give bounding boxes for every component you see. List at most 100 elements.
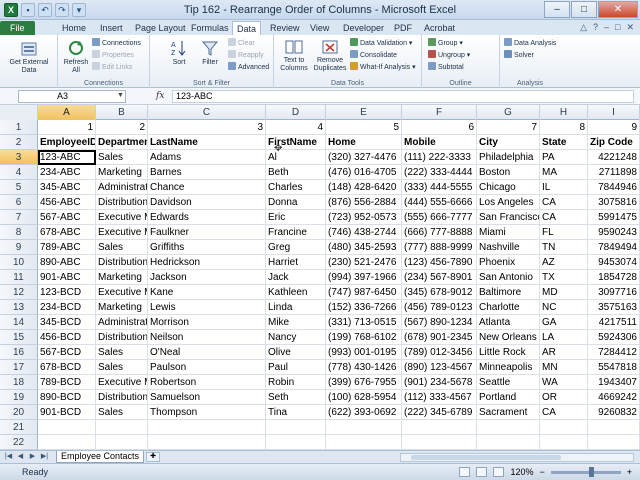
row-header[interactable]: 11 bbox=[0, 270, 38, 285]
data-analysis-button[interactable]: Data Analysis bbox=[504, 38, 556, 48]
cell-c16[interactable]: O'Neal bbox=[148, 345, 266, 360]
cell-c22[interactable] bbox=[148, 435, 266, 450]
cell-b5[interactable]: Administrati bbox=[96, 180, 148, 195]
group-button[interactable]: Group ▾ bbox=[428, 38, 463, 48]
cell-c3[interactable]: Adams bbox=[148, 150, 266, 165]
cell-d7[interactable]: Eric bbox=[266, 210, 326, 225]
zoom-slider-knob[interactable] bbox=[588, 466, 594, 477]
cell-e8[interactable]: (746) 438-2744 bbox=[326, 225, 402, 240]
cell-d10[interactable]: Harriet bbox=[266, 255, 326, 270]
cell-h6[interactable]: CA bbox=[540, 195, 588, 210]
zoom-slider[interactable] bbox=[550, 466, 621, 477]
cell-i19[interactable]: 4669242 bbox=[588, 390, 640, 405]
cell-g22[interactable] bbox=[477, 435, 540, 450]
cell-f22[interactable] bbox=[402, 435, 477, 450]
cell-a22[interactable] bbox=[38, 435, 96, 450]
row-header[interactable]: 3 bbox=[0, 150, 38, 165]
cell-e1[interactable]: 5 bbox=[326, 120, 402, 135]
cell-i7[interactable]: 5991475 bbox=[588, 210, 640, 225]
text-to-columns-button[interactable]: Text to Columns bbox=[278, 39, 310, 73]
row-header[interactable]: 8 bbox=[0, 225, 38, 240]
cell-e15[interactable]: (199) 768-6102 bbox=[326, 330, 402, 345]
horizontal-scrollbar[interactable] bbox=[400, 453, 634, 462]
cell-g8[interactable]: Miami bbox=[477, 225, 540, 240]
cell-i5[interactable]: 7844946 bbox=[588, 180, 640, 195]
cell-d11[interactable]: Jack bbox=[266, 270, 326, 285]
column-header-h[interactable]: H bbox=[540, 105, 588, 120]
cell-h5[interactable]: IL bbox=[540, 180, 588, 195]
edit-links-button[interactable]: Edit Links bbox=[92, 62, 132, 72]
cell-i14[interactable]: 4217511 bbox=[588, 315, 640, 330]
cell-d16[interactable]: Olive bbox=[266, 345, 326, 360]
cell-a5[interactable]: 345-ABC bbox=[38, 180, 96, 195]
row-header[interactable]: 18 bbox=[0, 375, 38, 390]
tab-pdf[interactable]: PDF bbox=[390, 21, 416, 35]
cell-d19[interactable]: Seth bbox=[266, 390, 326, 405]
cell-i18[interactable]: 1943407 bbox=[588, 375, 640, 390]
cell-g1[interactable]: 7 bbox=[477, 120, 540, 135]
clear-button[interactable]: Clear bbox=[228, 38, 255, 48]
cell-i11[interactable]: 1854728 bbox=[588, 270, 640, 285]
row-header[interactable]: 22 bbox=[0, 435, 38, 450]
cell-b15[interactable]: Distribution bbox=[96, 330, 148, 345]
cell-c2[interactable]: LastName bbox=[148, 135, 266, 150]
normal-view-icon[interactable] bbox=[459, 467, 471, 477]
cell-f10[interactable]: (123) 456-7890 bbox=[402, 255, 477, 270]
cell-g13[interactable]: Charlotte bbox=[477, 300, 540, 315]
cell-g15[interactable]: New Orleans bbox=[477, 330, 540, 345]
cell-c13[interactable]: Lewis bbox=[148, 300, 266, 315]
cell-g2[interactable]: City bbox=[477, 135, 540, 150]
cell-b10[interactable]: Distribution bbox=[96, 255, 148, 270]
cell-h21[interactable] bbox=[540, 420, 588, 435]
minimize-ribbon-icon[interactable]: △ bbox=[580, 22, 587, 33]
row-header[interactable]: 21 bbox=[0, 420, 38, 435]
cell-g17[interactable]: Minneapolis bbox=[477, 360, 540, 375]
page-layout-view-icon[interactable] bbox=[476, 467, 488, 477]
cell-d4[interactable]: Beth bbox=[266, 165, 326, 180]
cell-c21[interactable] bbox=[148, 420, 266, 435]
column-header-b[interactable]: B bbox=[96, 105, 148, 120]
connections-button[interactable]: Connections bbox=[92, 38, 141, 48]
cell-d18[interactable]: Robin bbox=[266, 375, 326, 390]
maximize-button[interactable]: □ bbox=[571, 1, 597, 18]
cell-c9[interactable]: Griffiths bbox=[148, 240, 266, 255]
cell-d17[interactable]: Paul bbox=[266, 360, 326, 375]
cell-h11[interactable]: TX bbox=[540, 270, 588, 285]
cell-a17[interactable]: 678-BCD bbox=[38, 360, 96, 375]
cell-f1[interactable]: 6 bbox=[402, 120, 477, 135]
cell-g9[interactable]: Nashville bbox=[477, 240, 540, 255]
zoom-level[interactable]: 120% bbox=[510, 467, 533, 477]
tab-insert[interactable]: Insert bbox=[96, 21, 127, 35]
cell-d15[interactable]: Nancy bbox=[266, 330, 326, 345]
sort-button[interactable]: AZ Sort bbox=[168, 39, 190, 67]
cell-b17[interactable]: Sales bbox=[96, 360, 148, 375]
cell-i2[interactable]: Zip Code bbox=[588, 135, 640, 150]
cell-c11[interactable]: Jackson bbox=[148, 270, 266, 285]
cell-c8[interactable]: Faulkner bbox=[148, 225, 266, 240]
cell-d12[interactable]: Kathleen bbox=[266, 285, 326, 300]
advanced-button[interactable]: Advanced bbox=[228, 62, 269, 72]
cell-h1[interactable]: 8 bbox=[540, 120, 588, 135]
close-button[interactable]: ✕ bbox=[598, 1, 638, 18]
name-box-dropdown-icon[interactable]: ▼ bbox=[117, 92, 124, 99]
page-break-view-icon[interactable] bbox=[493, 467, 505, 477]
cell-g16[interactable]: Little Rock bbox=[477, 345, 540, 360]
cell-b18[interactable]: Executive M bbox=[96, 375, 148, 390]
cell-c17[interactable]: Paulson bbox=[148, 360, 266, 375]
column-header-i[interactable]: I bbox=[588, 105, 640, 120]
cell-b22[interactable] bbox=[96, 435, 148, 450]
cell-h14[interactable]: GA bbox=[540, 315, 588, 330]
formula-input[interactable]: 123-ABC bbox=[172, 90, 634, 103]
cell-g5[interactable]: Chicago bbox=[477, 180, 540, 195]
cell-c1[interactable]: 3 bbox=[148, 120, 266, 135]
column-header-g[interactable]: G bbox=[477, 105, 540, 120]
cell-i1[interactable]: 9 bbox=[588, 120, 640, 135]
cell-f17[interactable]: (890) 123-4567 bbox=[402, 360, 477, 375]
cell-b6[interactable]: Distribution bbox=[96, 195, 148, 210]
cell-e6[interactable]: (876) 556-2884 bbox=[326, 195, 402, 210]
cell-a11[interactable]: 901-ABC bbox=[38, 270, 96, 285]
row-header[interactable]: 12 bbox=[0, 285, 38, 300]
cell-f4[interactable]: (222) 333-4444 bbox=[402, 165, 477, 180]
cell-a2[interactable]: EmployeeID bbox=[38, 135, 96, 150]
cell-h13[interactable]: NC bbox=[540, 300, 588, 315]
